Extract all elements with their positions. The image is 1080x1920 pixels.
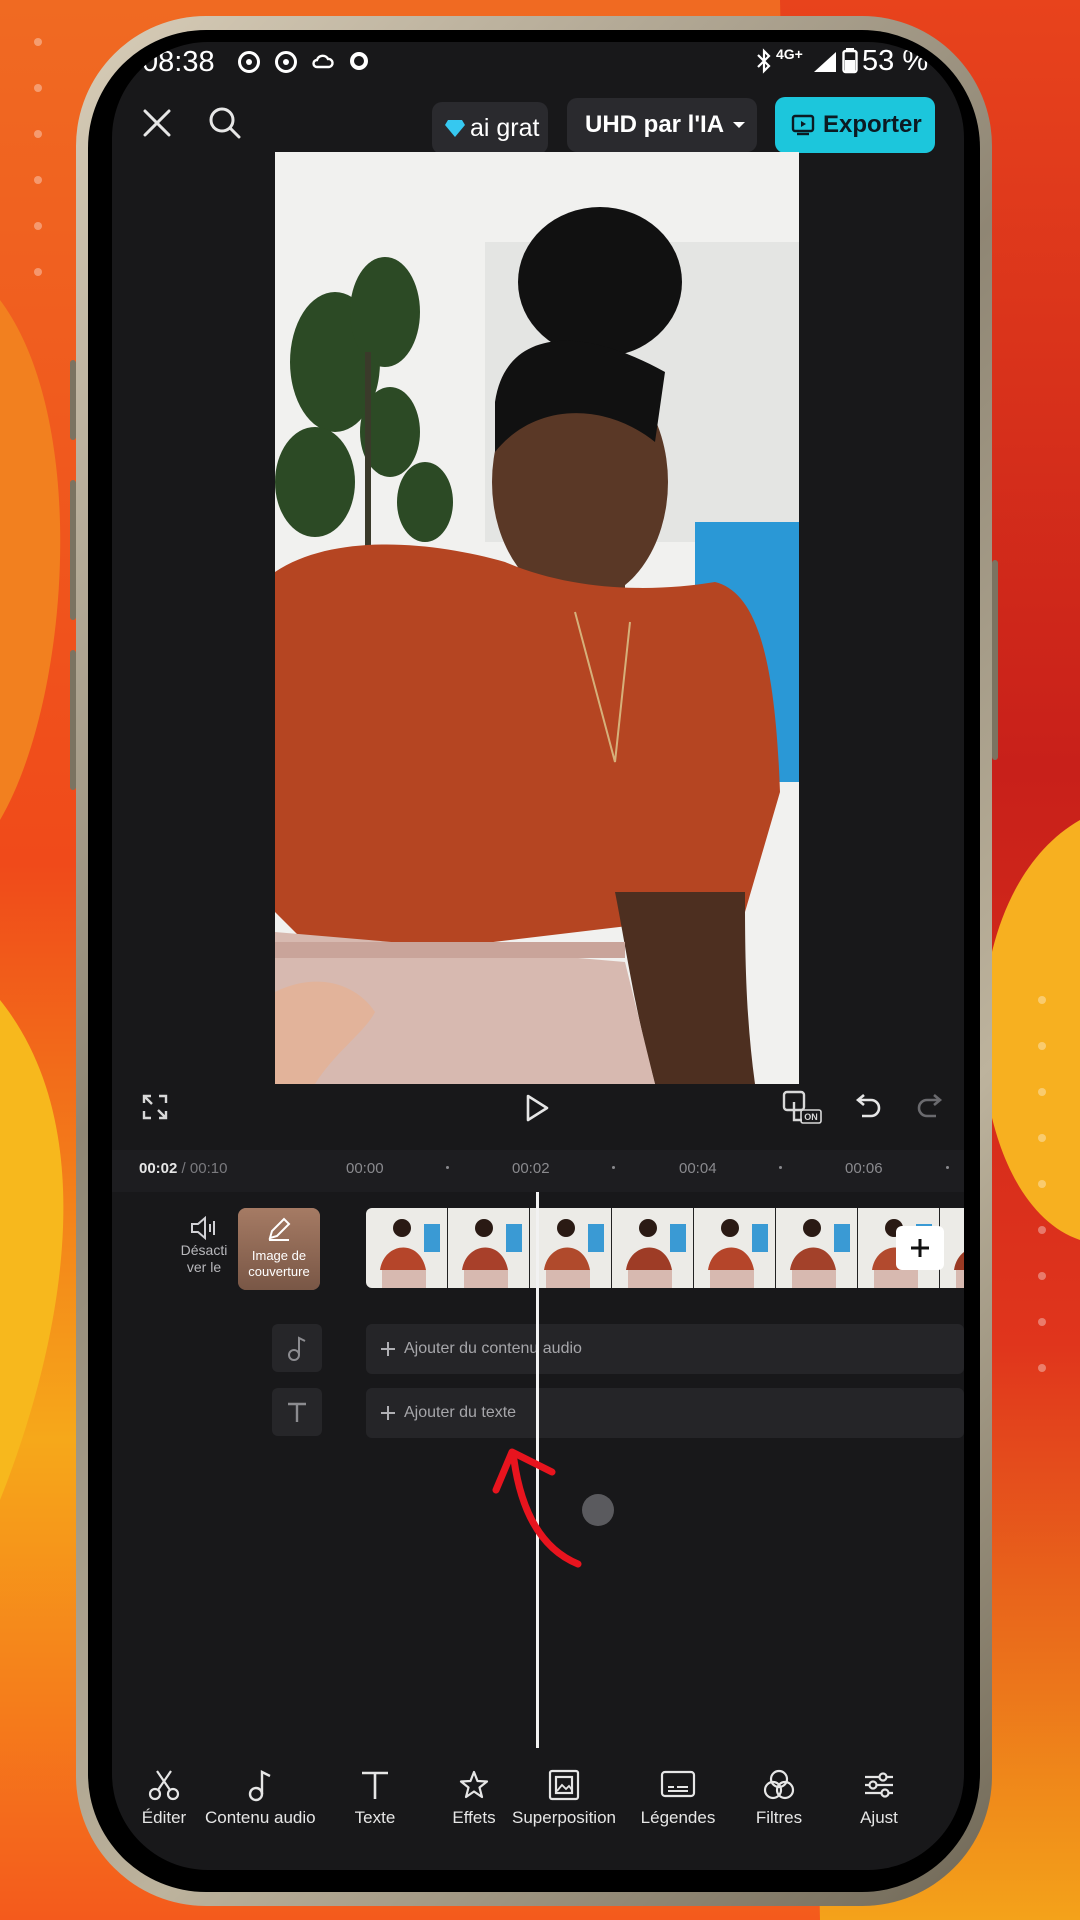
export-button[interactable]: Exporter bbox=[775, 97, 935, 153]
ruler-mark: 00:06 bbox=[845, 1160, 883, 1177]
adjust-sliders-icon bbox=[824, 1766, 934, 1804]
status-time: 08:38 bbox=[142, 46, 215, 78]
phone-side-button bbox=[70, 360, 76, 440]
text-track-icon bbox=[272, 1388, 322, 1436]
clip-frame bbox=[776, 1208, 858, 1288]
app-screen: 08:38 4G+ 53 % ai grat UHD par l'IA Expo… bbox=[112, 42, 964, 1870]
export-label: Exporter bbox=[823, 111, 922, 138]
record-icon bbox=[238, 51, 260, 73]
phone-side-button bbox=[992, 560, 998, 760]
redo-icon[interactable] bbox=[916, 1094, 944, 1120]
mute-label-line1: Désacti bbox=[180, 1242, 228, 1258]
text-icon bbox=[320, 1766, 430, 1804]
clip-frame bbox=[448, 1208, 530, 1288]
signal-icon bbox=[814, 52, 836, 72]
video-preview[interactable] bbox=[275, 152, 799, 1084]
tool-label: Ajust bbox=[860, 1808, 898, 1827]
keyframe-on-icon[interactable]: ON bbox=[782, 1090, 822, 1124]
clip-frame bbox=[612, 1208, 694, 1288]
plus-icon bbox=[911, 1239, 929, 1257]
cover-label-line2: couverture bbox=[248, 1264, 310, 1279]
export-icon bbox=[791, 114, 815, 136]
tool-label: Superposition bbox=[512, 1808, 616, 1827]
svg-text:ON: ON bbox=[804, 1112, 818, 1122]
tool-label: Contenu audio bbox=[205, 1808, 316, 1827]
ruler-mark: 00:02 bbox=[512, 1160, 550, 1177]
scissors-icon bbox=[112, 1766, 219, 1804]
filters-icon bbox=[724, 1766, 834, 1804]
cover-image-button[interactable]: Image de couverture bbox=[238, 1208, 320, 1290]
audio-track-icon bbox=[272, 1324, 322, 1372]
ruler-mark: 00:00 bbox=[346, 1160, 384, 1177]
caret-down-icon bbox=[733, 122, 746, 128]
cover-label-line1: Image de bbox=[251, 1248, 307, 1263]
music-note-icon bbox=[205, 1766, 315, 1804]
tool-contenu-audio-button[interactable]: Contenu audio bbox=[205, 1766, 316, 1828]
tool-superposition-button[interactable]: Superposition bbox=[509, 1766, 619, 1828]
tool-editer-button[interactable]: Éditer bbox=[112, 1766, 219, 1828]
ruler-mark: 00:04 bbox=[679, 1160, 717, 1177]
add-audio-label: Ajouter du contenu audio bbox=[404, 1340, 582, 1357]
undo-icon[interactable] bbox=[854, 1094, 882, 1120]
video-clip-frames bbox=[366, 1208, 964, 1288]
overlay-icon bbox=[509, 1766, 619, 1804]
tool-label: Légendes bbox=[640, 1808, 716, 1827]
phone-side-button bbox=[70, 480, 76, 620]
tool-label: Texte bbox=[354, 1808, 396, 1827]
free-trial-button[interactable]: ai grat bbox=[432, 102, 548, 154]
quality-label: UHD par l'IA bbox=[585, 111, 725, 138]
bluetooth-icon bbox=[757, 48, 771, 74]
network-type: 4G+ bbox=[776, 46, 803, 62]
tool-legendes-button[interactable]: Légendes bbox=[623, 1766, 733, 1828]
speaker-icon bbox=[191, 1216, 215, 1240]
time-separator: / bbox=[177, 1160, 190, 1177]
diamond-icon bbox=[445, 120, 465, 137]
annotation-arrow bbox=[492, 1448, 582, 1568]
captions-icon bbox=[623, 1766, 733, 1804]
video-frame-image bbox=[275, 152, 799, 1084]
mute-label-line2: ver le bbox=[186, 1259, 222, 1275]
clip-frame bbox=[530, 1208, 612, 1288]
free-trial-label: ai grat bbox=[470, 113, 540, 142]
add-audio-track[interactable]: Ajouter du contenu audio bbox=[366, 1324, 964, 1374]
ruler-dot bbox=[446, 1166, 449, 1169]
ruler-dot bbox=[946, 1166, 949, 1169]
tool-ajust-button[interactable]: Ajust bbox=[824, 1766, 934, 1828]
text-icon bbox=[288, 1402, 306, 1422]
add-text-label: Ajouter du texte bbox=[404, 1404, 517, 1421]
mute-track-button[interactable]: Désacti ver le bbox=[164, 1216, 244, 1276]
edit-pencil-icon bbox=[268, 1217, 291, 1241]
ruler-dot bbox=[779, 1166, 782, 1169]
record-icon bbox=[275, 51, 297, 73]
total-time: 00:10 bbox=[189, 1160, 228, 1177]
quality-dropdown[interactable]: UHD par l'IA bbox=[567, 98, 757, 152]
search-icon[interactable] bbox=[208, 106, 242, 140]
battery-icon bbox=[842, 48, 858, 74]
play-icon[interactable] bbox=[524, 1094, 550, 1122]
tool-label: Filtres bbox=[755, 1808, 803, 1827]
video-clip-track[interactable] bbox=[366, 1208, 964, 1288]
fullscreen-icon[interactable] bbox=[142, 1094, 168, 1120]
cloud-icon bbox=[312, 54, 334, 69]
close-icon[interactable] bbox=[142, 108, 172, 138]
tool-label: Éditer bbox=[141, 1808, 187, 1827]
plus-icon bbox=[381, 1406, 395, 1420]
current-time: 00:02 bbox=[139, 1160, 178, 1177]
music-note-icon bbox=[288, 1336, 306, 1361]
phone-side-button bbox=[70, 650, 76, 790]
tool-filtres-button[interactable]: Filtres bbox=[724, 1766, 834, 1828]
add-text-track[interactable]: Ajouter du texte bbox=[366, 1388, 964, 1438]
circle-icon bbox=[350, 52, 368, 70]
battery-percentage: 53 % bbox=[862, 45, 929, 77]
ruler-dot bbox=[612, 1166, 615, 1169]
plus-icon bbox=[381, 1342, 395, 1356]
tool-texte-button[interactable]: Texte bbox=[320, 1766, 430, 1828]
add-clip-button[interactable] bbox=[896, 1226, 944, 1270]
clip-frame bbox=[694, 1208, 776, 1288]
time-counter: 00:02 / 00:10 bbox=[139, 1160, 227, 1177]
clip-frame bbox=[366, 1208, 448, 1288]
